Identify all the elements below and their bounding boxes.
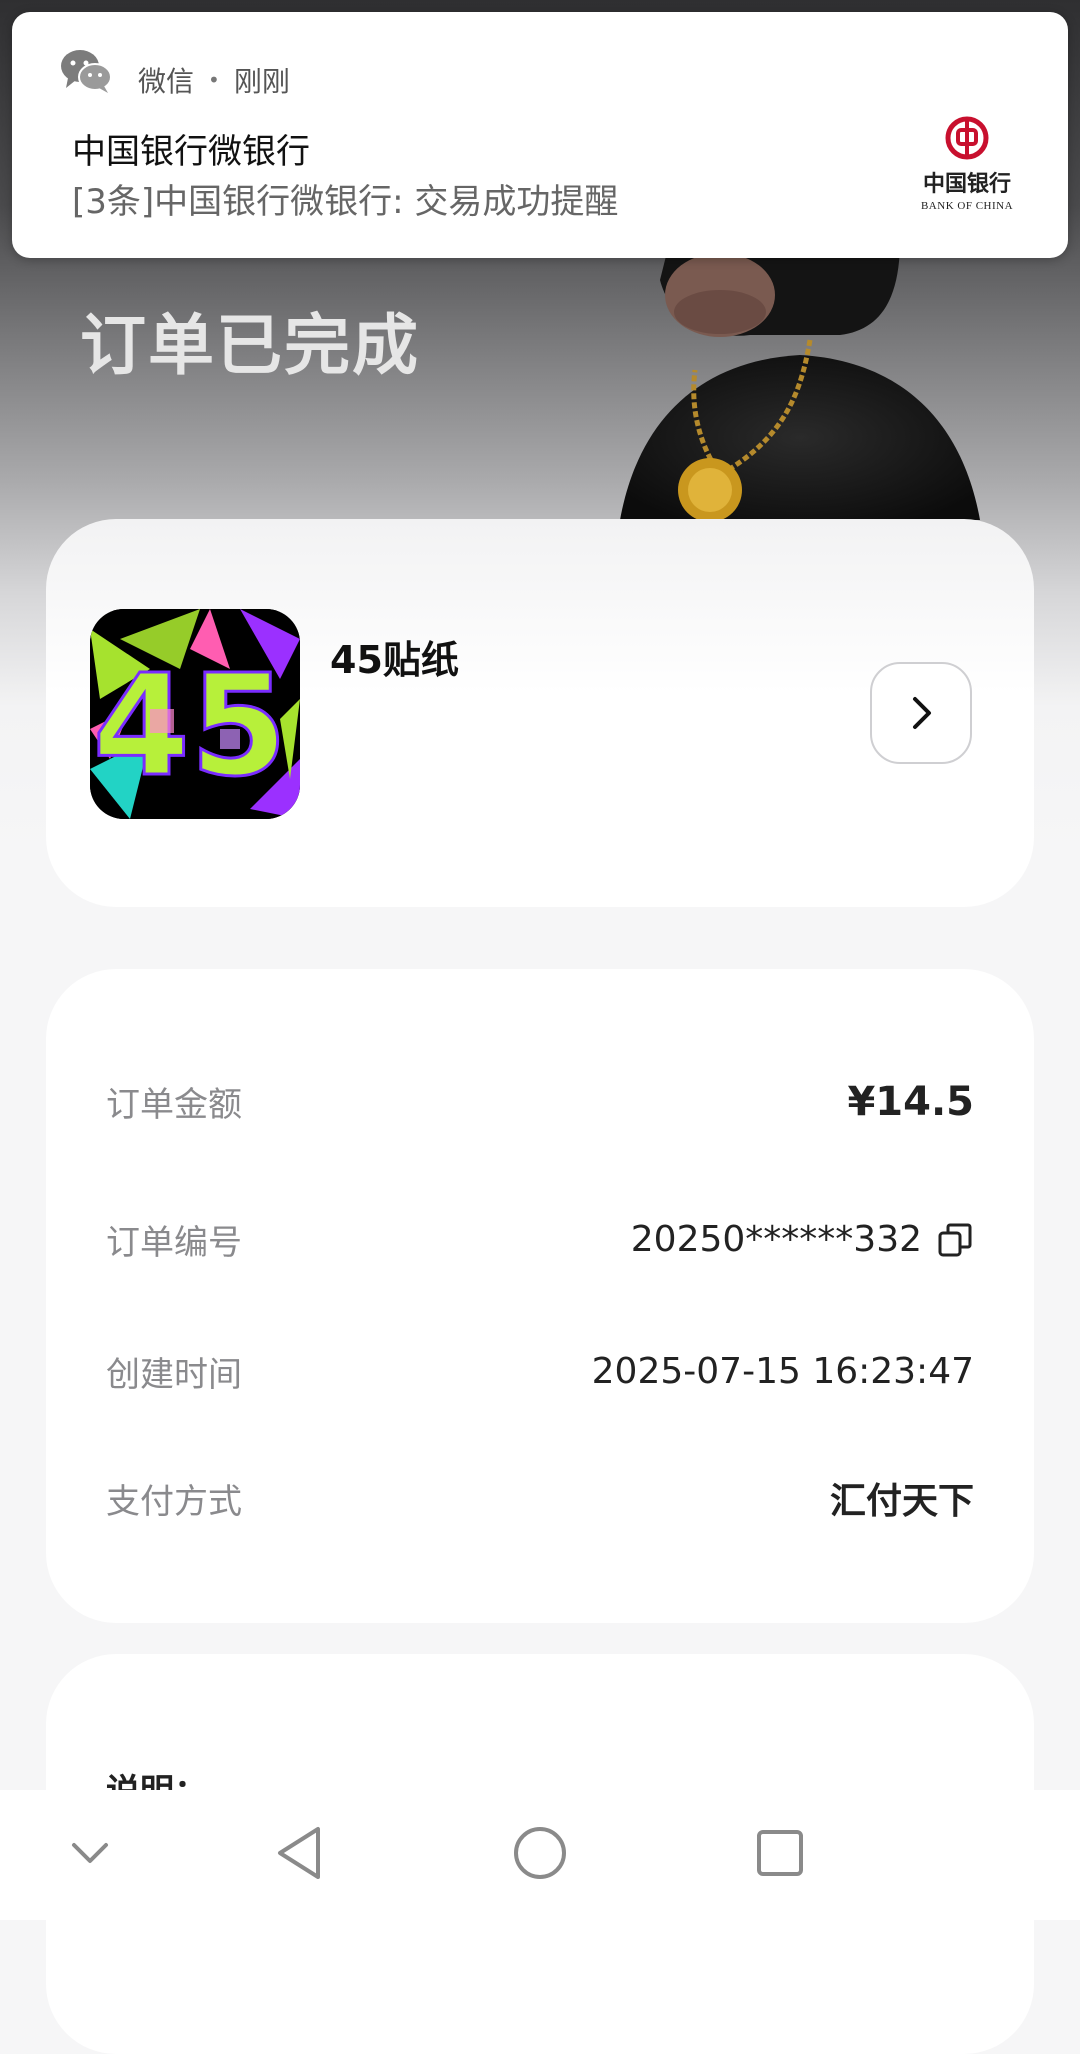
separator-dot: • — [208, 68, 220, 92]
hide-keyboard-button[interactable] — [55, 1818, 125, 1888]
bank-of-china-emblem-icon — [945, 116, 989, 160]
order-info-card: 订单金额 ¥14.5 订单编号 20250******332 创建时间 2025… — [46, 969, 1034, 1623]
payment-method-label: 支付方式 — [106, 1481, 242, 1522]
back-button[interactable] — [265, 1818, 335, 1888]
product-thumbnail[interactable]: 45 — [90, 609, 300, 819]
order-number-label: 订单编号 — [106, 1223, 242, 1263]
chevron-down-icon — [72, 1843, 108, 1863]
product-detail-button[interactable] — [870, 662, 972, 764]
order-number-value: 20250******332 — [630, 1219, 922, 1260]
order-number-row: 订单编号 20250******332 — [106, 1215, 974, 1264]
notification-body: [3条]中国银行微银行: 交易成功提醒 — [72, 182, 619, 222]
home-button[interactable] — [505, 1818, 575, 1888]
notification-banner[interactable]: 微信 • 刚刚 中国银行微银行 [3条]中国银行微银行: 交易成功提醒 中国银行… — [12, 12, 1068, 258]
created-time-label: 创建时间 — [106, 1355, 242, 1395]
bank-logo-chinese: 中国银行 — [922, 171, 1011, 197]
order-amount-label: 订单金额 — [106, 1085, 242, 1125]
bank-of-china-logo: 中国银行 BANK OF CHINA — [912, 116, 1022, 216]
back-icon — [278, 1827, 320, 1879]
order-amount-value: ¥14.5 — [847, 1078, 974, 1125]
payment-method-value: 汇付天下 — [829, 1481, 974, 1522]
chevron-right-icon — [913, 697, 931, 729]
copy-icon[interactable] — [936, 1221, 974, 1259]
ape-figure-image — [620, 240, 980, 520]
wechat-icon — [61, 50, 112, 93]
sticker-art-text: 45 — [93, 645, 288, 808]
notification-title: 中国银行微银行 — [72, 132, 310, 172]
order-number-value-group: 20250******332 — [631, 1219, 974, 1260]
payment-method-row: 支付方式 汇付天下 — [106, 1472, 974, 1524]
home-icon — [514, 1827, 566, 1879]
notification-time: 刚刚 — [233, 65, 290, 98]
product-card[interactable]: 45 45贴纸 — [46, 519, 1034, 907]
page-title: 订单已完成 — [80, 307, 420, 384]
order-amount-row: 订单金额 ¥14.5 — [106, 1077, 974, 1126]
recents-button[interactable] — [745, 1818, 815, 1888]
created-time-row: 创建时间 2025-07-15 16:23:47 — [106, 1347, 974, 1396]
product-name: 45贴纸 — [330, 638, 459, 682]
created-time-value: 2025-07-15 16:23:47 — [591, 1351, 974, 1392]
notification-app-row: 微信 • 刚刚 — [138, 60, 290, 100]
bank-logo-english: BANK OF CHINA — [920, 200, 1014, 212]
notification-app-name: 微信 — [138, 65, 195, 98]
recents-icon — [757, 1830, 803, 1876]
sticker-art-image: 45 — [90, 609, 300, 819]
system-navigation-bar — [0, 1790, 1080, 1920]
